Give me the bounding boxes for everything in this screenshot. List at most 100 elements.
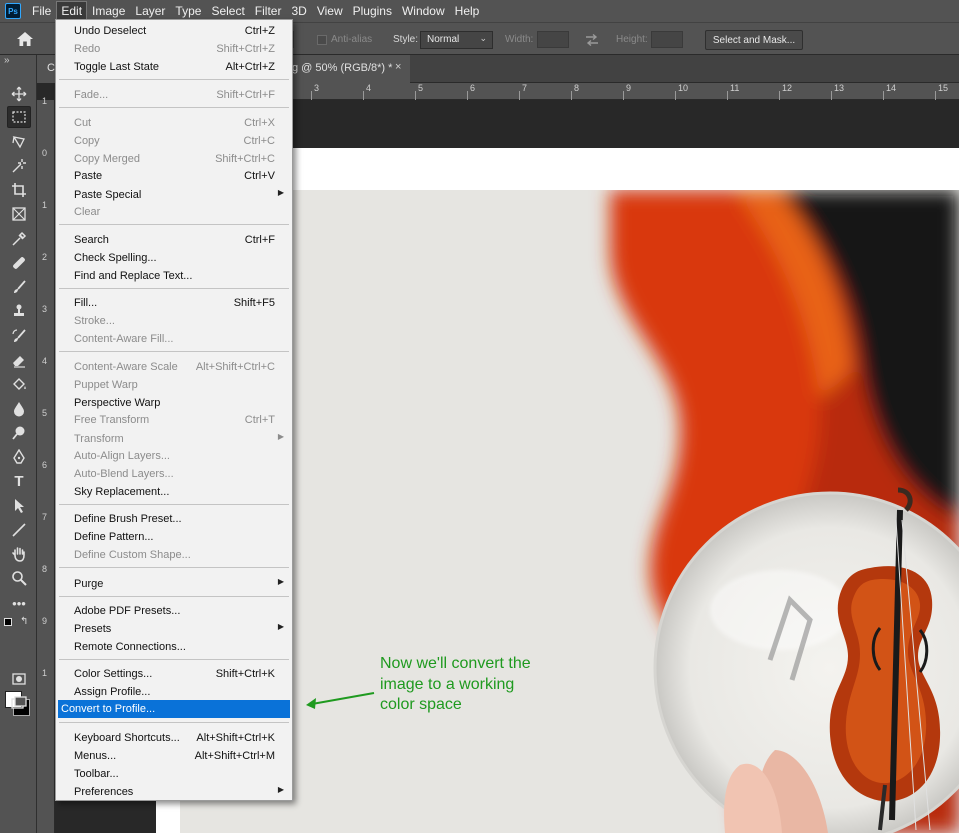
ruler-number: 2 <box>42 252 48 262</box>
menu-item-adobe-pdf-presets[interactable]: Adobe PDF Presets... <box>57 602 291 620</box>
menu-separator <box>59 79 289 80</box>
menu-item-redo[interactable]: Redo Shift+Ctrl+Z <box>57 40 291 58</box>
crop-tool-icon[interactable] <box>7 179 31 201</box>
menu-item-cut[interactable]: Cut Ctrl+X <box>57 114 291 132</box>
document-tab-left-text: C <box>47 62 55 74</box>
menu-item-paste-special[interactable]: Paste Special ▶ <box>57 186 291 204</box>
menu-item-convert-to-profile[interactable]: Convert to Profile... <box>58 700 290 718</box>
menu-item-label: Transform <box>74 433 124 445</box>
menu-filter[interactable]: Filter <box>250 1 287 21</box>
eraser-tool-icon[interactable] <box>7 349 31 371</box>
blur-tool-icon[interactable] <box>7 398 31 420</box>
eyedropper-tool-icon[interactable] <box>7 228 31 250</box>
path-selection-tool-icon[interactable] <box>7 495 31 517</box>
menu-item-copy-merged[interactable]: Copy Merged Shift+Ctrl+C <box>57 150 291 168</box>
menu-item-label: Redo <box>74 43 101 55</box>
menu-item-toolbar[interactable]: Toolbar... <box>57 765 291 783</box>
marquee-tool-icon[interactable] <box>7 106 31 128</box>
menu-select[interactable]: Select <box>206 1 249 21</box>
menu-item-auto-align-layers[interactable]: Auto-Align Layers... <box>57 447 291 465</box>
clone-stamp-tool-icon[interactable] <box>7 300 31 322</box>
menu-item-fill[interactable]: Fill... Shift+F5 <box>57 294 291 312</box>
quick-mask-icon[interactable] <box>7 668 31 690</box>
menu-item-sky-replacement[interactable]: Sky Replacement... <box>57 483 291 501</box>
more-tools-icon[interactable]: ••• <box>7 592 31 614</box>
menu-item-search[interactable]: Search Ctrl+F <box>57 231 291 249</box>
menu-item-shortcut: Shift+Ctrl+F <box>216 89 275 101</box>
collapse-icon[interactable]: » <box>4 55 10 66</box>
menu-item-presets[interactable]: Presets ▶ <box>57 620 291 638</box>
brush-tool-icon[interactable] <box>7 276 31 298</box>
menu-image[interactable]: Image <box>87 1 130 21</box>
menu-item-keyboard-shortcuts[interactable]: Keyboard Shortcuts... Alt+Shift+Ctrl+K <box>57 729 291 747</box>
history-brush-tool-icon[interactable] <box>7 325 31 347</box>
menu-item-paste[interactable]: Paste Ctrl+V <box>57 167 291 185</box>
menu-item-remote-connections[interactable]: Remote Connections... <box>57 638 291 656</box>
lasso-tool-icon[interactable] <box>7 131 31 153</box>
move-tool-icon[interactable] <box>7 83 31 105</box>
menu-item-assign-profile[interactable]: Assign Profile... <box>57 683 291 701</box>
menu-view[interactable]: View <box>312 1 348 21</box>
magic-wand-tool-icon[interactable] <box>7 155 31 177</box>
healing-brush-tool-icon[interactable] <box>7 252 31 274</box>
menu-item-define-brush-preset[interactable]: Define Brush Preset... <box>57 510 291 528</box>
menu-item-shortcut: Shift+Ctrl+Z <box>216 43 275 55</box>
type-tool-icon[interactable]: T <box>7 470 31 492</box>
menu-item-label: Copy Merged <box>74 153 141 165</box>
menu-item-auto-blend-layers[interactable]: Auto-Blend Layers... <box>57 465 291 483</box>
menu-item-color-settings[interactable]: Color Settings... Shift+Ctrl+K <box>57 665 291 683</box>
menu-item-puppet-warp[interactable]: Puppet Warp <box>57 376 291 394</box>
menu-item-toggle-last-state[interactable]: Toggle Last State Alt+Ctrl+Z <box>57 58 291 76</box>
menu-type[interactable]: Type <box>170 1 206 21</box>
swap-colors-icon[interactable]: ↰ <box>20 616 28 627</box>
height-input[interactable] <box>651 31 683 48</box>
line-tool-icon[interactable] <box>7 519 31 541</box>
document-image <box>180 190 959 833</box>
menu-item-fade[interactable]: Fade... Shift+Ctrl+F <box>57 86 291 104</box>
frame-tool-icon[interactable] <box>7 203 31 225</box>
ruler-number: 1 <box>42 96 48 106</box>
pen-tool-icon[interactable] <box>7 446 31 468</box>
menu-3d[interactable]: 3D <box>286 1 311 21</box>
home-icon[interactable] <box>16 31 34 47</box>
menu-item-copy[interactable]: Copy Ctrl+C <box>57 132 291 150</box>
menu-item-clear[interactable]: Clear <box>57 203 291 221</box>
select-and-mask-button[interactable]: Select and Mask... <box>705 30 803 50</box>
menu-item-find-replace[interactable]: Find and Replace Text... <box>57 267 291 285</box>
tools-panel: » T ••• ↰ <box>0 55 37 833</box>
menu-item-undo-deselect[interactable]: Undo Deselect Ctrl+Z <box>57 22 291 40</box>
menu-item-transform[interactable]: Transform ▶ <box>57 430 291 448</box>
anti-alias-checkbox[interactable] <box>317 35 327 45</box>
zoom-tool-icon[interactable] <box>7 567 31 589</box>
menu-layer[interactable]: Layer <box>130 1 170 21</box>
menu-item-content-aware-scale[interactable]: Content-Aware Scale Alt+Shift+Ctrl+C <box>57 358 291 376</box>
menu-item-free-transform[interactable]: Free Transform Ctrl+T <box>57 411 291 429</box>
menu-help[interactable]: Help <box>450 1 485 21</box>
menu-edit[interactable]: Edit <box>56 1 88 21</box>
menu-item-preferences[interactable]: Preferences ▶ <box>57 783 291 801</box>
menu-item-purge[interactable]: Purge ▶ <box>57 575 291 593</box>
menu-item-stroke[interactable]: Stroke... <box>57 312 291 330</box>
ruler-tick <box>467 91 468 100</box>
document-tab-title: g @ 50% (RGB/8*) * <box>292 62 393 74</box>
hand-tool-icon[interactable] <box>7 543 31 565</box>
width-input[interactable] <box>537 31 569 48</box>
style-select[interactable]: Normal ⌄ <box>420 31 493 49</box>
menu-item-menus[interactable]: Menus... Alt+Shift+Ctrl+M <box>57 747 291 765</box>
menu-item-content-aware-fill[interactable]: Content-Aware Fill... <box>57 330 291 348</box>
menu-item-define-pattern[interactable]: Define Pattern... <box>57 528 291 546</box>
dodge-tool-icon[interactable] <box>7 422 31 444</box>
swap-icon[interactable] <box>585 34 599 46</box>
menu-item-shortcut: Alt+Shift+Ctrl+K <box>196 732 275 744</box>
menu-window[interactable]: Window <box>397 1 450 21</box>
menu-item-check-spelling[interactable]: Check Spelling... <box>57 249 291 267</box>
menu-item-define-custom-shape[interactable]: Define Custom Shape... <box>57 546 291 564</box>
close-icon[interactable]: × <box>395 61 401 73</box>
menu-item-perspective-warp[interactable]: Perspective Warp <box>57 394 291 412</box>
ruler-number: 3 <box>314 83 320 93</box>
default-colors-icon[interactable] <box>4 618 12 626</box>
menu-plugins[interactable]: Plugins <box>348 1 397 21</box>
menu-file[interactable]: File <box>27 1 56 21</box>
paint-bucket-tool-icon[interactable] <box>7 373 31 395</box>
screen-mode-icon[interactable] <box>7 692 31 714</box>
